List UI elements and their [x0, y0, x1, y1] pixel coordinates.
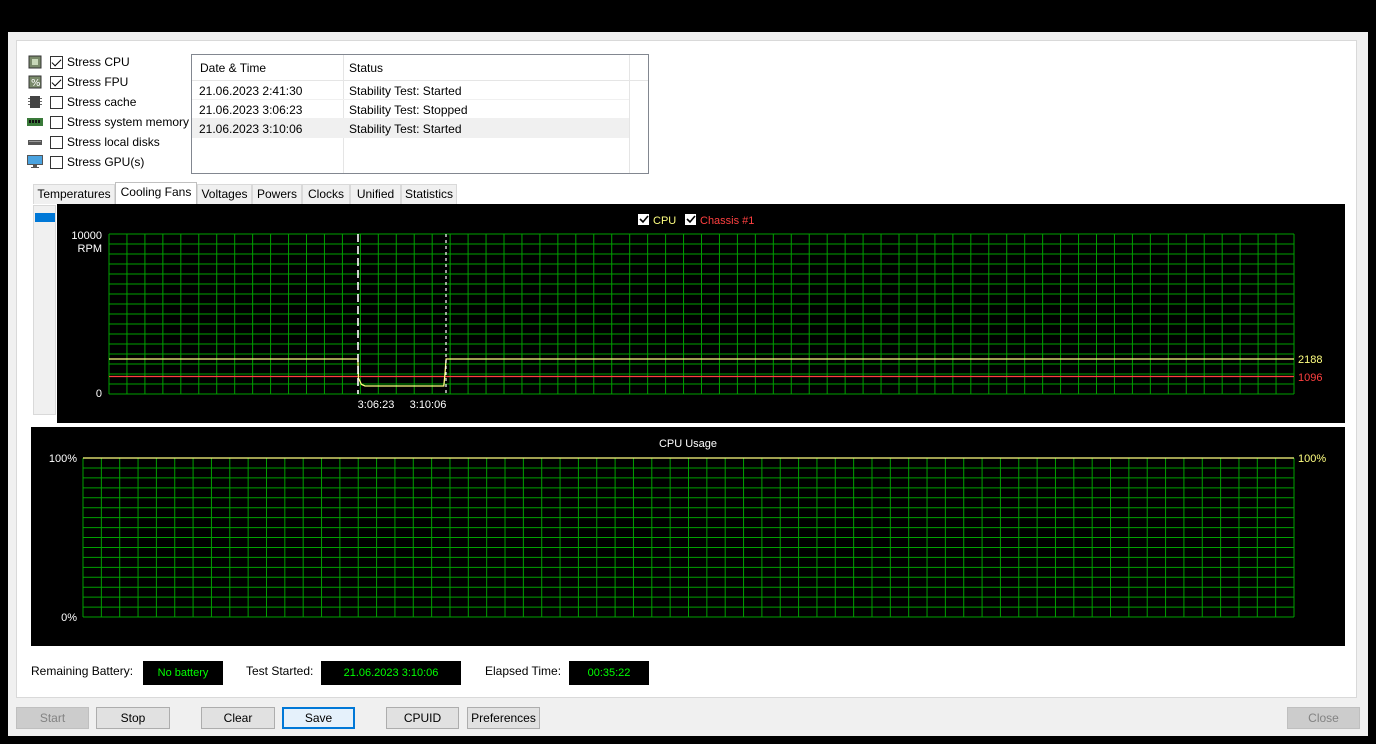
row-time: 21.06.2023 3:10:06: [199, 122, 303, 136]
stress-cpu-label: Stress CPU: [67, 55, 130, 69]
preferences-button[interactable]: Preferences: [467, 707, 540, 729]
close-button[interactable]: Close: [1287, 707, 1360, 729]
clear-button[interactable]: Clear: [201, 707, 275, 729]
tab-unified[interactable]: Unified: [350, 184, 401, 204]
stress-gpu-option[interactable]: Stress GPU(s): [27, 153, 144, 171]
save-button[interactable]: Save: [282, 707, 355, 729]
stress-memory-checkbox[interactable]: [50, 115, 63, 129]
battery-label: Remaining Battery:: [31, 664, 134, 678]
cpu-chip-icon: [27, 55, 43, 69]
legend-cpu-label: CPU: [653, 215, 676, 227]
stress-gpu-label: Stress GPU(s): [67, 155, 145, 169]
x-marker-label: 3:06:23: [358, 399, 395, 411]
fan-selector-scrollbar[interactable]: [33, 205, 56, 415]
test-log-table[interactable]: Date & Time Status 21.06.2023 2:41:30 St…: [191, 54, 649, 174]
stress-fpu-option[interactable]: % Stress FPU: [27, 73, 128, 91]
disk-drive-icon: [27, 135, 43, 149]
stress-disks-checkbox[interactable]: [50, 135, 63, 149]
y-axis-top-label: 10000: [71, 230, 102, 242]
column-header-status[interactable]: Status: [349, 61, 383, 75]
cpu-usage-chart-svg: CPU Usage 100% 0% 100%: [49, 438, 1326, 624]
fan-selector-thumb[interactable]: [35, 213, 55, 222]
tab-temperatures[interactable]: Temperatures: [33, 184, 115, 204]
stop-button[interactable]: Stop: [96, 707, 170, 729]
chart-grid: [82, 457, 1295, 618]
stress-cpu-option[interactable]: Stress CPU: [27, 53, 130, 71]
table-row[interactable]: 21.06.2023 3:06:23 Stability Test: Stopp…: [192, 100, 629, 119]
cache-chip-icon: [27, 95, 43, 109]
stress-cache-label: Stress cache: [67, 95, 137, 109]
y-axis-bottom-label: 0%: [61, 612, 77, 624]
table-row[interactable]: 21.06.2023 3:10:06 Stability Test: Start…: [192, 119, 629, 138]
chart-title: CPU Usage: [659, 438, 717, 450]
cooling-fans-chart-svg: CPU Chassis #1 10000 RPM 0 3:06:23 3:10:…: [71, 214, 1322, 411]
stress-fpu-label: Stress FPU: [67, 75, 129, 89]
column-header-date-time[interactable]: Date & Time: [200, 61, 266, 75]
cooling-fans-chart: CPU Chassis #1 10000 RPM 0 3:06:23 3:10:…: [57, 204, 1345, 423]
tab-cooling-fans[interactable]: Cooling Fans: [115, 182, 197, 204]
stress-gpu-checkbox[interactable]: [50, 155, 63, 169]
stress-fpu-checkbox[interactable]: [50, 75, 63, 89]
cpu-usage-chart: CPU Usage 100% 0% 100%: [31, 427, 1345, 646]
fpu-percent-icon: %: [27, 75, 43, 89]
cpu-usage-current-value: 100%: [1298, 453, 1326, 465]
tab-clocks[interactable]: Clocks: [302, 184, 350, 204]
row-status: Stability Test: Started: [349, 84, 462, 98]
svg-text:%: %: [31, 78, 41, 89]
x-marker-label: 3:10:06: [410, 399, 447, 411]
memory-module-icon: [27, 115, 43, 129]
y-axis-top-label: 100%: [49, 453, 77, 465]
stress-memory-option[interactable]: Stress system memory: [27, 113, 189, 131]
stress-disks-option[interactable]: Stress local disks: [27, 133, 160, 151]
test-started-value: 21.06.2023 3:10:06: [321, 661, 461, 685]
row-status: Stability Test: Started: [349, 122, 462, 136]
row-time: 21.06.2023 3:06:23: [199, 103, 303, 117]
tab-powers[interactable]: Powers: [252, 184, 302, 204]
stress-disks-label: Stress local disks: [67, 135, 160, 149]
column-divider: [629, 55, 630, 173]
cpu-current-value: 2188: [1298, 354, 1322, 366]
table-row[interactable]: 21.06.2023 2:41:30 Stability Test: Start…: [192, 81, 629, 100]
monitor-icon: [27, 155, 43, 169]
stress-cache-checkbox[interactable]: [50, 95, 63, 109]
stress-cache-option[interactable]: Stress cache: [27, 93, 136, 111]
chart-grid: [108, 233, 1295, 395]
row-status: Stability Test: Stopped: [349, 103, 468, 117]
stress-cpu-checkbox[interactable]: [50, 55, 63, 69]
table-header: Date & Time Status: [192, 55, 648, 81]
cpuid-button[interactable]: CPUID: [386, 707, 459, 729]
elapsed-time-label: Elapsed Time:: [485, 664, 562, 678]
elapsed-time-value: 00:35:22: [569, 661, 649, 685]
stress-memory-label: Stress system memory: [67, 115, 190, 129]
y-axis-bottom-label: 0: [96, 388, 102, 400]
chassis-current-value: 1096: [1298, 372, 1322, 384]
tab-statistics[interactable]: Statistics: [401, 184, 457, 204]
test-started-label: Test Started:: [246, 664, 314, 678]
legend: CPU Chassis #1: [638, 214, 754, 227]
row-time: 21.06.2023 2:41:30: [199, 84, 303, 98]
tab-voltages[interactable]: Voltages: [197, 184, 252, 204]
legend-chassis-label: Chassis #1: [700, 215, 754, 227]
start-button[interactable]: Start: [16, 707, 89, 729]
battery-value: No battery: [143, 661, 223, 685]
y-axis-unit-label: RPM: [78, 243, 102, 255]
